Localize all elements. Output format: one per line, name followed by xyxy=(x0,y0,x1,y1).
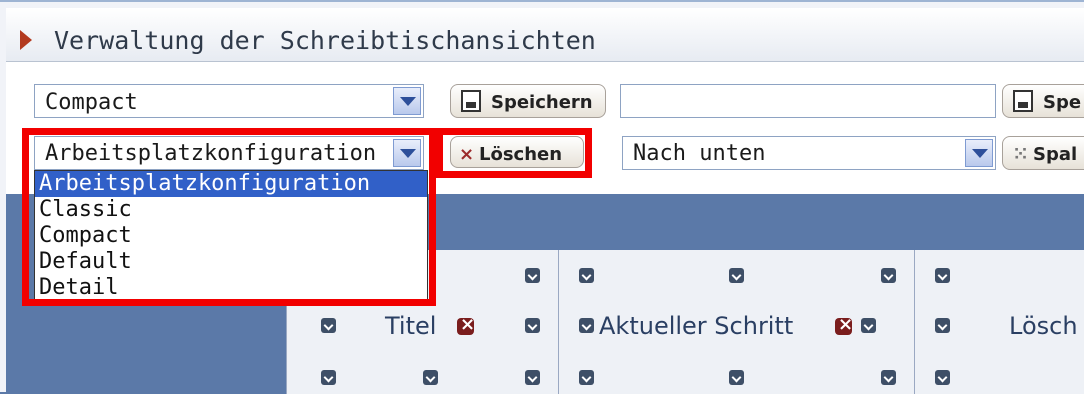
arrow-up-right-icon[interactable] xyxy=(881,268,896,283)
arrow-up-right-icon[interactable] xyxy=(525,268,540,283)
arrow-down-left-icon[interactable] xyxy=(579,370,594,385)
desktop-views-panel: Verwaltung der Schreibtischansichten Com… xyxy=(0,0,1084,394)
remove-column-icon[interactable] xyxy=(835,314,853,335)
floppy-disk-icon xyxy=(461,90,481,112)
column-cell-delete: Lösch xyxy=(915,250,1084,394)
column-button[interactable]: ⁙ Spal xyxy=(1002,136,1084,170)
save-button-2-label: Spe xyxy=(1043,92,1082,113)
view-select-value: Compact xyxy=(45,90,138,115)
arrow-up-left-icon[interactable] xyxy=(935,268,950,283)
remove-column-icon[interactable] xyxy=(457,314,475,335)
highlight-delete-button xyxy=(436,128,592,178)
arrow-right-icon xyxy=(20,30,32,50)
save-button-2[interactable]: Spe xyxy=(1002,84,1084,118)
arrow-right-icon[interactable] xyxy=(861,318,876,333)
save-button-label: Speichern xyxy=(491,92,593,113)
arrow-down-icon[interactable] xyxy=(729,370,744,385)
position-select-value: Nach unten xyxy=(633,141,766,166)
arrow-left-icon[interactable] xyxy=(935,318,950,333)
arrow-down-right-icon[interactable] xyxy=(525,370,540,385)
highlight-dropdown xyxy=(22,128,436,306)
arrow-left-icon[interactable] xyxy=(321,318,336,333)
column-icon: ⁙ xyxy=(1013,144,1029,165)
panel-title: Verwaltung der Schreibtischansichten xyxy=(54,26,596,55)
column-button-label: Spal xyxy=(1033,144,1078,165)
chevron-down-icon[interactable] xyxy=(393,87,421,115)
arrow-right-icon[interactable] xyxy=(525,318,540,333)
floppy-disk-icon xyxy=(1013,90,1033,112)
arrow-left-icon[interactable] xyxy=(579,318,594,333)
column-header: Titel xyxy=(385,312,437,340)
arrow-down-icon[interactable] xyxy=(423,370,438,385)
arrow-up-left-icon[interactable] xyxy=(579,268,594,283)
column-cell-current-step: Aktueller Schritt xyxy=(559,250,915,394)
arrow-down-left-icon[interactable] xyxy=(321,370,336,385)
arrow-down-left-icon[interactable] xyxy=(935,370,950,385)
position-select[interactable]: Nach unten xyxy=(622,136,996,170)
title-bar: Verwaltung der Schreibtischansichten xyxy=(6,8,1084,62)
arrow-up-icon[interactable] xyxy=(729,268,744,283)
view-name-input[interactable] xyxy=(620,84,996,118)
column-header: Aktueller Schritt xyxy=(599,312,794,340)
save-button[interactable]: Speichern xyxy=(450,84,606,118)
chevron-down-icon[interactable] xyxy=(965,139,993,167)
column-header: Lösch xyxy=(1009,312,1078,340)
arrow-down-right-icon[interactable] xyxy=(881,370,896,385)
view-select[interactable]: Compact xyxy=(34,84,424,118)
